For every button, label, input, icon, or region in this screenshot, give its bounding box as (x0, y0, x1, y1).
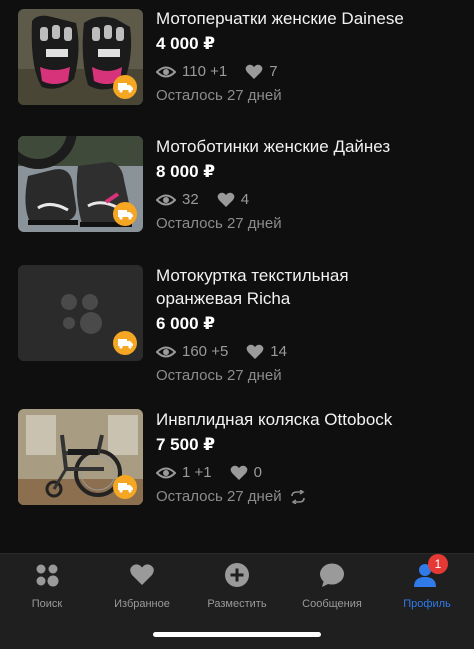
tab-favorites[interactable]: Избранное (95, 562, 189, 612)
listing-info: Инвплидная коляска Ottobock 7 500 ₽ 1 +1… (156, 408, 464, 507)
truck-icon (117, 339, 133, 349)
views-count: 110 +1 (182, 63, 228, 80)
tab-label: Избранное (114, 598, 170, 610)
remaining-text: Осталось 27 дней (156, 367, 282, 384)
notification-badge: 1 (428, 554, 448, 574)
remaining-text: Осталось 27 дней (156, 215, 282, 232)
listing-info: Мотоботинки женские Дайнез 8 000 ₽ 32 4 (156, 135, 464, 234)
heart-icon (217, 192, 235, 207)
likes-count: 7 (269, 63, 278, 80)
heart-icon (245, 64, 263, 79)
listing-item[interactable]: Мотоперчатки женские Dainese 4 000 ₽ 110… (0, 0, 474, 120)
listing-photo-placeholder[interactable] (18, 265, 143, 361)
likes-stat: 14 (246, 342, 287, 362)
tab-profile[interactable]: 1 Профиль (380, 554, 474, 612)
listing-info: Мотоперчатки женские Dainese 4 000 ₽ 110… (156, 7, 464, 106)
listing-stats: 110 +1 7 (156, 62, 464, 82)
listing-price: 6 000 ₽ (156, 314, 216, 333)
remaining-time: Осталось 27 дней (156, 366, 464, 386)
listing-info: Мотокуртка текстильная оранжевая Richa 6… (156, 264, 464, 386)
listing-price: 7 500 ₽ (156, 435, 216, 454)
views-stat: 1 +1 (156, 463, 212, 483)
listing-item[interactable]: Мотоботинки женские Дайнез 8 000 ₽ 32 4 (0, 128, 474, 248)
listing-item[interactable]: Мотокуртка текстильная оранжевая Richa 6… (0, 256, 474, 384)
likes-stat: 0 (230, 463, 262, 483)
views-stat: 110 +1 (156, 62, 227, 82)
listing-stats: 160 +5 14 (156, 342, 464, 362)
listing-title[interactable]: Мотоперчатки женские Dainese (156, 7, 464, 30)
listing-title[interactable]: Инвплидная коляска Ottobock (156, 408, 464, 431)
home-indicator (153, 632, 321, 637)
delivery-badge (113, 75, 137, 99)
chat-bubble-icon (319, 562, 345, 588)
eye-icon (156, 467, 176, 479)
views-count: 160 +5 (182, 343, 229, 360)
profile-icon: 1 (414, 554, 448, 588)
heart-icon (246, 344, 264, 359)
listing-stats: 32 4 (156, 190, 464, 210)
tab-label: Профиль (403, 598, 451, 610)
remaining-text: Осталось 27 дней (156, 87, 282, 104)
listing-price: 4 000 ₽ (156, 34, 216, 53)
listing-title[interactable]: Мотокуртка текстильная оранжевая Richa (156, 264, 396, 310)
listing-photo-boots[interactable] (18, 136, 143, 232)
likes-stat: 4 (217, 190, 249, 210)
remaining-text: Осталось 27 дней (156, 488, 282, 505)
remaining-time: Осталось 27 дней (156, 86, 464, 106)
delivery-badge (113, 475, 137, 499)
listing-price: 8 000 ₽ (156, 162, 216, 181)
tab-messages[interactable]: Сообщения (285, 562, 379, 612)
views-stat: 160 +5 (156, 342, 228, 362)
views-stat: 32 (156, 190, 199, 210)
eye-icon (156, 66, 176, 78)
auto-renew-icon[interactable] (290, 490, 306, 504)
search-dots-icon (34, 562, 60, 588)
eye-icon (156, 194, 176, 206)
truck-icon (117, 483, 133, 493)
tab-label: Сообщения (302, 598, 362, 610)
heart-icon (129, 562, 155, 588)
listing-item[interactable]: Инвплидная коляска Ottobock 7 500 ₽ 1 +1… (0, 400, 474, 520)
views-count: 1 +1 (182, 464, 212, 481)
tab-label: Поиск (31, 598, 63, 610)
eye-icon (156, 346, 176, 358)
likes-count: 4 (240, 191, 250, 208)
truck-icon (117, 83, 133, 93)
remaining-time: Осталось 27 дней (156, 487, 464, 507)
likes-count: 14 (270, 343, 287, 360)
remaining-time: Осталось 27 дней (156, 214, 464, 234)
heart-icon (230, 465, 248, 480)
listing-photo-gloves[interactable] (18, 9, 143, 105)
listing-title[interactable]: Мотоботинки женские Дайнез (156, 135, 464, 158)
listing-photo-wheelchair[interactable] (18, 409, 143, 505)
likes-stat: 7 (245, 62, 278, 82)
bottom-tab-bar: Поиск Избранное Разместить Сообщения 1 П… (0, 553, 474, 649)
views-count: 32 (182, 191, 199, 208)
truck-icon (117, 210, 133, 220)
tab-post[interactable]: Разместить (190, 562, 284, 612)
likes-count: 0 (253, 464, 262, 481)
plus-circle-icon (224, 562, 250, 588)
delivery-badge (113, 331, 137, 355)
tab-search[interactable]: Поиск (0, 562, 94, 612)
delivery-badge (113, 202, 137, 226)
tab-label: Разместить (207, 598, 267, 610)
listing-stats: 1 +1 0 (156, 463, 464, 483)
